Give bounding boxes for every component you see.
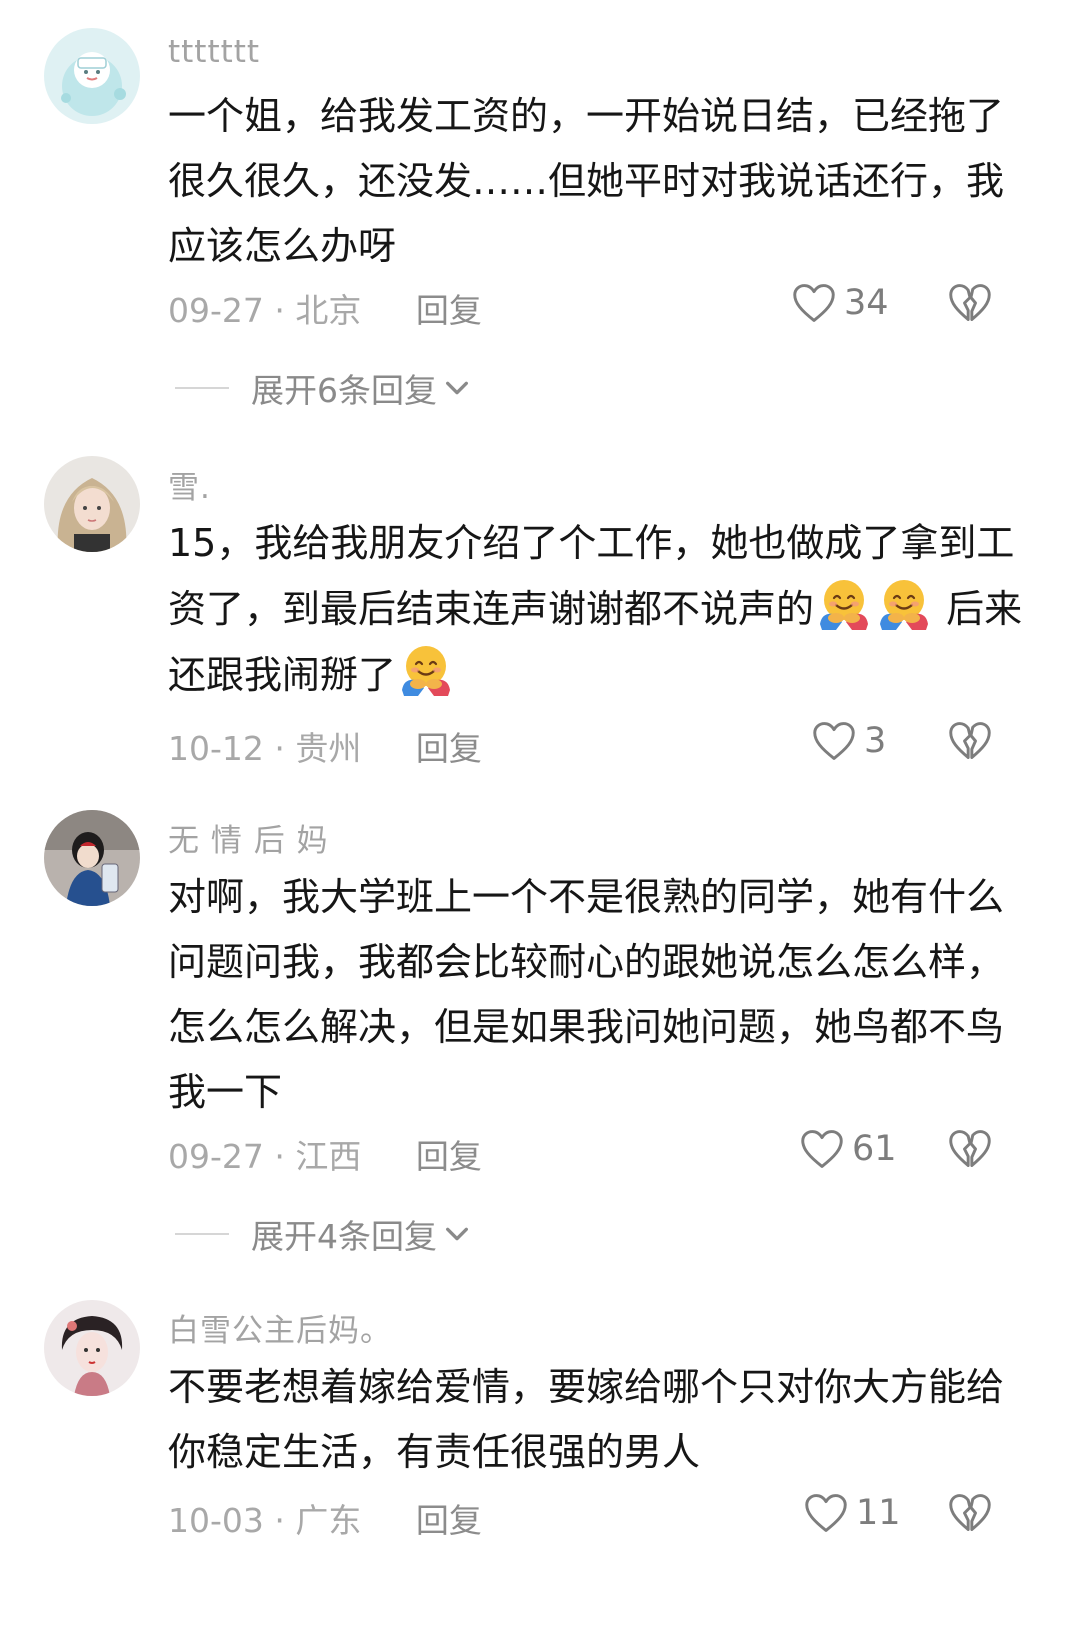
like-count: 11 xyxy=(856,1493,901,1533)
reply-button[interactable]: 回复 xyxy=(416,1137,482,1176)
meta-separator: · xyxy=(274,729,285,768)
avatar[interactable] xyxy=(44,810,140,906)
like-button[interactable]: 34 xyxy=(792,282,889,324)
avatar[interactable] xyxy=(44,456,140,552)
comment-location: 北京 xyxy=(295,291,362,330)
expand-replies-button[interactable]: 展开4条回复 xyxy=(175,1210,471,1258)
chevron-down-icon xyxy=(443,374,471,402)
comment-date: 10-03 xyxy=(168,1501,264,1540)
divider xyxy=(175,1233,229,1235)
expand-replies-button[interactable]: 展开6条回复 xyxy=(175,364,471,412)
username[interactable]: ttttttt xyxy=(168,34,260,70)
meta-separator: · xyxy=(274,1137,285,1176)
heart-outline-icon xyxy=(800,1128,844,1170)
like-count: 61 xyxy=(852,1129,897,1169)
username[interactable]: 无 情 后 妈 xyxy=(168,815,329,860)
divider xyxy=(175,387,229,389)
like-count: 34 xyxy=(844,283,889,323)
dislike-button[interactable] xyxy=(948,1492,992,1536)
reply-button[interactable]: 回复 xyxy=(416,291,482,330)
comment-text: 不要老想着嫁给爱情，要嫁给哪个只对你大方能给你稳定生活，有责任很强的男人 xyxy=(168,1365,1005,1474)
hugging-face-emoji xyxy=(816,576,872,632)
comment-meta: 09-27 · 北京 回复 xyxy=(168,284,482,332)
broken-heart-icon xyxy=(948,1492,992,1534)
comment-text: 一个姐，给我发工资的，一开始说日结，已经拖了很久很久，还没发……但她平时对我说话… xyxy=(168,94,1005,268)
heart-outline-icon xyxy=(792,282,836,324)
comment-meta: 09-27 · 江西 回复 xyxy=(168,1130,482,1178)
username[interactable]: 白雪公主后妈。 xyxy=(168,1305,392,1350)
meta-separator: · xyxy=(274,1501,285,1540)
hugging-face-emoji xyxy=(876,576,932,632)
comment-location: 广东 xyxy=(295,1501,362,1540)
like-button[interactable]: 11 xyxy=(804,1492,901,1534)
like-button[interactable]: 61 xyxy=(800,1128,897,1170)
meta-separator: · xyxy=(274,291,285,330)
broken-heart-icon xyxy=(948,720,992,762)
comment-date: 09-27 xyxy=(168,1137,264,1176)
reply-button[interactable]: 回复 xyxy=(416,729,482,768)
reply-button[interactable]: 回复 xyxy=(416,1501,482,1540)
broken-heart-icon xyxy=(948,282,992,324)
comment-date: 09-27 xyxy=(168,291,264,330)
expand-replies-label: 展开4条回复 xyxy=(251,1217,437,1256)
comment-location: 江西 xyxy=(295,1137,362,1176)
hugging-face-emoji xyxy=(398,642,454,698)
comment-meta: 10-12 · 贵州 回复 xyxy=(168,722,482,770)
broken-heart-icon xyxy=(948,1128,992,1170)
comment-date: 10-12 xyxy=(168,729,264,768)
dislike-button[interactable] xyxy=(948,1128,992,1172)
comment-meta: 10-03 · 广东 回复 xyxy=(168,1494,482,1542)
heart-outline-icon xyxy=(804,1492,848,1534)
comment-location: 贵州 xyxy=(295,729,362,768)
expand-replies-label: 展开6条回复 xyxy=(251,371,437,410)
heart-outline-icon xyxy=(812,720,856,762)
comment-text: 15，我给我朋友介绍了个工作，她也做成了拿到工资了，到最后结束连声谢谢都不说声的… xyxy=(168,511,1028,708)
like-count: 3 xyxy=(864,721,887,761)
dislike-button[interactable] xyxy=(948,720,992,764)
like-button[interactable]: 3 xyxy=(812,720,886,762)
username[interactable]: 雪. xyxy=(168,462,211,507)
dislike-button[interactable] xyxy=(948,282,992,326)
chevron-down-icon xyxy=(443,1220,471,1248)
avatar[interactable] xyxy=(44,28,140,124)
avatar[interactable] xyxy=(44,1300,140,1396)
comment-text: 对啊，我大学班上一个不是很熟的同学，她有什么问题问我，我都会比较耐心的跟她说怎么… xyxy=(168,875,1005,1114)
